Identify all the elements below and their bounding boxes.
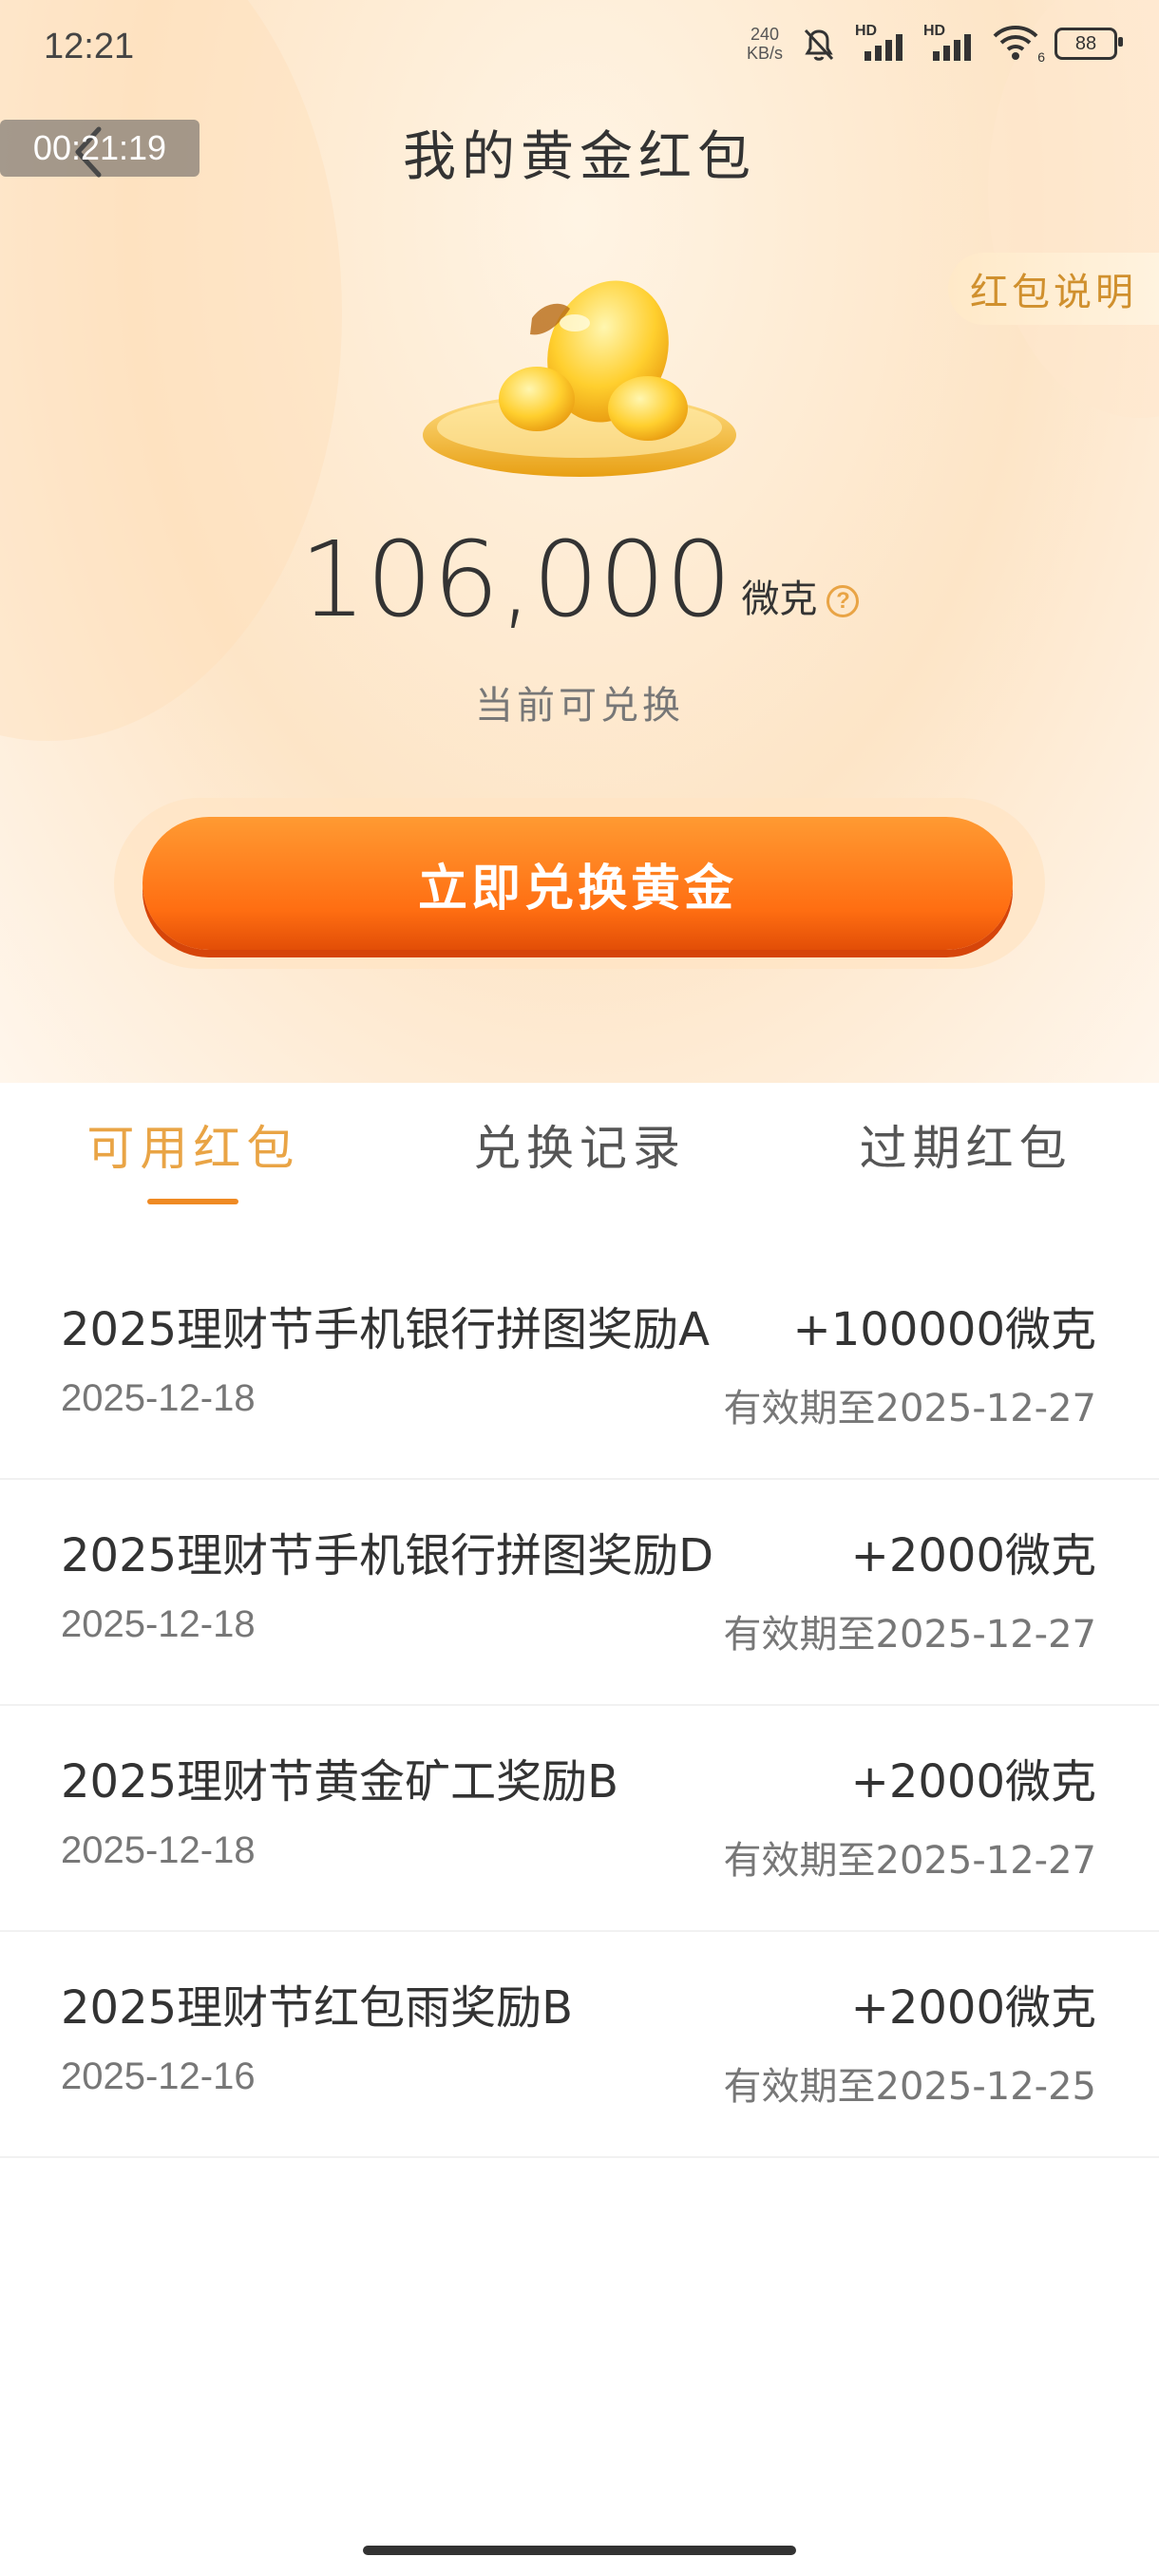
help-icon[interactable]: ? [826,585,860,617]
tab-label: 兑换记录 [473,1121,686,1176]
battery-level: 88 [1074,32,1097,54]
signal-icon-sim2: HD [923,23,977,65]
network-speed-value: 240 [750,25,780,44]
list-item[interactable]: 2025理财节手机银行拼图奖励D +2000微克 2025-12-18 有效期至… [0,1480,1159,1706]
tab-bar: 可用红包 兑换记录 过期红包 [0,1083,1159,1206]
wifi-icon: 6 [992,23,1045,65]
mute-bell-icon [804,28,834,61]
page-title: 我的黄金红包 [403,126,756,188]
gold-amount: 106,000 [299,519,732,640]
item-title: 2025理财节手机银行拼图奖励D [61,1529,714,1582]
tab-label: 过期红包 [859,1121,1073,1176]
item-amount: +2000微克 [850,1981,1096,2035]
list-item[interactable]: 2025理财节红包雨奖励B +2000微克 2025-12-16 有效期至202… [0,1932,1159,2158]
red-packet-list: 2025理财节手机银行拼图奖励A +100000微克 2025-12-18 有效… [0,1254,1159,2158]
amount-caption: 当前可兑换 [475,684,684,728]
network-speed-unit: KB/s [746,44,783,63]
item-expiry: 有效期至2025-12-25 [723,2065,1096,2109]
list-item[interactable]: 2025理财节黄金矿工奖励B +2000微克 2025-12-18 有效期至20… [0,1706,1159,1932]
item-amount: +2000微克 [850,1529,1096,1582]
amount-row: 106,000 微克 ? [0,522,1159,636]
item-expiry: 有效期至2025-12-27 [723,1387,1096,1430]
list-item[interactable]: 2025理财节手机银行拼图奖励A +100000微克 2025-12-18 有效… [0,1254,1159,1480]
item-amount: +100000微克 [792,1303,1096,1356]
home-indicator[interactable] [363,2546,796,2555]
status-time: 12:21 [44,27,135,66]
rules-button[interactable]: 红包说明 [948,253,1159,325]
status-icons: 240 KB/s HD HD 6 88 [747,23,1123,65]
tab-active-indicator [147,1199,239,1204]
tab-expired[interactable]: 过期红包 [772,1083,1159,1206]
tab-label: 可用红包 [86,1121,300,1176]
item-date: 2025-12-18 [61,1603,256,1645]
tab-exchange-history[interactable]: 兑换记录 [387,1083,773,1206]
wifi-badge: 6 [1037,49,1045,65]
item-expiry: 有效期至2025-12-27 [723,1613,1096,1657]
item-title: 2025理财节黄金矿工奖励B [61,1755,619,1809]
exchange-gold-button[interactable]: 立即兑换黄金 [142,817,1013,950]
tab-available[interactable]: 可用红包 [0,1083,387,1206]
item-title: 2025理财节手机银行拼图奖励A [61,1303,710,1356]
item-title: 2025理财节红包雨奖励B [61,1981,574,2035]
item-expiry: 有效期至2025-12-27 [723,1839,1096,1883]
signal-icon-sim1: HD [855,23,908,65]
battery-icon: 88 [1054,28,1123,60]
network-speed: 240 KB/s [747,25,783,63]
item-date: 2025-12-18 [61,1377,256,1419]
item-date: 2025-12-16 [61,2055,256,2097]
item-amount: +2000微克 [850,1755,1096,1809]
item-date: 2025-12-18 [61,1829,256,1871]
gold-bean-icon [423,280,736,477]
amount-unit: 微克 [741,578,818,621]
